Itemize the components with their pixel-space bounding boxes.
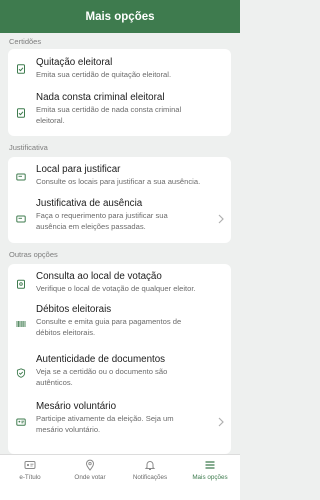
tab-label: Onde votar — [74, 474, 106, 481]
item-title: Autenticidade de documentos — [36, 354, 166, 365]
menu-icon — [204, 459, 216, 471]
tab-notificacoes[interactable]: Notificações — [120, 455, 180, 500]
list-item-nada-consta-criminal[interactable]: Nada consta criminal eleitoral Emita sua… — [8, 87, 231, 136]
item-description: Emita sua certidão de quitação eleitoral… — [36, 70, 172, 79]
options-list: Certidões Quitação eleitoral Emita sua c… — [0, 33, 240, 454]
document-check-icon — [16, 64, 26, 74]
tab-label: Notificações — [132, 474, 168, 481]
shield-check-icon — [16, 368, 26, 378]
section-label-certidoes: Certidões — [9, 37, 42, 46]
tab-label: Mais opções — [192, 474, 228, 481]
item-title: Justificativa de ausência — [36, 198, 143, 209]
list-item-local-para-justificar[interactable]: Local para justificar Consulte os locais… — [8, 157, 231, 195]
chevron-right-icon — [218, 417, 224, 427]
item-title: Mesário voluntário — [36, 401, 117, 412]
item-description: Emita sua certidão de nada consta crimin… — [36, 105, 182, 125]
card-justificativa: Local para justificar Consulte os locais… — [8, 157, 231, 243]
item-description: Consulte os locais para justificar a sua… — [36, 177, 201, 186]
bell-icon — [144, 459, 156, 471]
clipboard-location-icon — [16, 279, 26, 289]
item-title: Débitos eleitorais — [36, 304, 112, 315]
chevron-right-icon — [218, 214, 224, 224]
tab-mais-opcoes[interactable]: Mais opções — [180, 455, 240, 500]
section-label-outras-opcoes: Outras opções — [9, 250, 58, 259]
item-description: Verifique o local de votação de qualquer… — [36, 284, 196, 293]
message-icon — [16, 172, 26, 182]
item-description: Veja se a certidão ou o documento são au… — [36, 367, 168, 387]
item-description: Faça o requerimento para justificar sua … — [36, 211, 168, 231]
item-title: Local para justificar — [36, 164, 121, 175]
item-description: Consulte e emita guia para pagamentos de… — [36, 317, 182, 337]
id-card-icon — [16, 417, 26, 427]
barcode-icon — [16, 319, 26, 329]
list-item-quitacao-eleitoral[interactable]: Quitação eleitoral Emita sua certidão de… — [8, 49, 231, 87]
page-title: Mais opções — [85, 10, 155, 23]
item-title: Nada consta criminal eleitoral — [36, 92, 165, 103]
tab-e-titulo[interactable]: e-Título — [0, 455, 60, 500]
item-description: Participe ativamente da eleição. Seja um… — [36, 414, 174, 434]
list-item-autenticidade-documentos[interactable]: Autenticidade de documentos Veja se a ce… — [8, 348, 231, 398]
tab-onde-votar[interactable]: Onde votar — [60, 455, 120, 500]
list-item-justificativa-de-ausencia[interactable]: Justificativa de ausência Faça o requeri… — [8, 195, 231, 243]
top-app-bar: Mais opções — [0, 0, 240, 33]
message-icon — [16, 214, 26, 224]
list-item-mesario-voluntario[interactable]: Mesário voluntário Participe ativamente … — [8, 398, 231, 454]
document-check-icon — [16, 108, 26, 118]
section-label-justificativa: Justificativa — [9, 143, 48, 152]
tab-label: e-Título — [19, 474, 41, 481]
location-pin-icon — [84, 459, 96, 471]
list-item-debitos-eleitorais[interactable]: Débitos eleitorais Consulte e emita guia… — [8, 300, 231, 348]
bottom-tab-bar: e-Título Onde votar Notificações Mais op… — [0, 454, 240, 500]
item-title: Quitação eleitoral — [36, 57, 113, 68]
id-card-icon — [24, 459, 36, 471]
item-title: Consulta ao local de votação — [36, 271, 162, 282]
list-item-consulta-local-votacao[interactable]: Consulta ao local de votação Verifique o… — [8, 264, 231, 300]
card-certidoes: Quitação eleitoral Emita sua certidão de… — [8, 49, 231, 136]
card-outras-opcoes: Consulta ao local de votação Verifique o… — [8, 264, 231, 454]
